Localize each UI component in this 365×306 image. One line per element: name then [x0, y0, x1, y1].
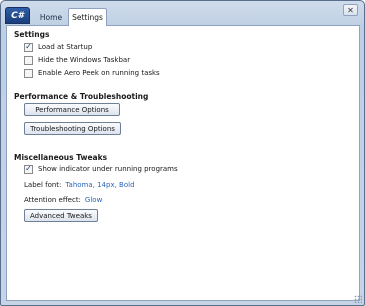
- tab-settings[interactable]: Settings: [68, 8, 107, 26]
- performance-options-label: Performance Options: [35, 105, 109, 114]
- tab-home[interactable]: Home: [35, 9, 67, 25]
- load-at-startup-checkbox[interactable]: ✓: [24, 42, 33, 52]
- close-icon: ✕: [347, 5, 354, 15]
- hide-taskbar-checkbox[interactable]: [24, 55, 33, 65]
- checkmark-icon: ✓: [25, 164, 32, 173]
- advanced-tweaks-label: Advanced Tweaks: [30, 211, 92, 220]
- load-at-startup-label: Load at Startup: [38, 43, 93, 51]
- settings-panel: Settings ✓ Load at Startup Hide the Wind…: [6, 25, 360, 301]
- show-indicator-label: Show indicator under running programs: [38, 165, 178, 173]
- settings-section-title: Settings: [14, 30, 50, 39]
- hide-taskbar-label: Hide the Windows Taskbar: [38, 56, 131, 64]
- close-button[interactable]: ✕: [343, 4, 358, 16]
- attention-effect-label: Attention effect:: [24, 196, 81, 204]
- app-logo-icon: C#: [11, 10, 24, 21]
- show-indicator-checkbox[interactable]: ✓: [24, 164, 33, 174]
- resize-grip-icon[interactable]: [354, 295, 362, 303]
- advanced-tweaks-button[interactable]: Advanced Tweaks: [24, 209, 98, 222]
- troubleshooting-options-label: Troubleshooting Options: [30, 124, 115, 133]
- troubleshooting-options-button[interactable]: Troubleshooting Options: [24, 122, 121, 135]
- show-indicator-option[interactable]: ✓ Show indicator under running programs: [24, 164, 178, 174]
- performance-options-button[interactable]: Performance Options: [24, 103, 120, 116]
- attention-effect-link[interactable]: Glow: [85, 196, 102, 204]
- checkmark-icon: ✓: [25, 42, 32, 51]
- aero-peek-checkbox[interactable]: [24, 68, 33, 78]
- label-font-label: Label font:: [24, 181, 62, 189]
- settings-window: C# Home Settings ✕ Settings ✓ Load at St…: [0, 0, 365, 306]
- load-at-startup-option[interactable]: ✓ Load at Startup: [24, 42, 92, 52]
- misc-section-title: Miscellaneous Tweaks: [14, 153, 108, 162]
- attention-effect-row: Attention effect: Glow: [24, 195, 102, 205]
- tab-settings-label: Settings: [72, 13, 103, 22]
- aero-peek-label: Enable Aero Peek on running tasks: [38, 69, 160, 77]
- tab-home-label: Home: [39, 12, 63, 22]
- app-menu-button[interactable]: C#: [5, 7, 30, 24]
- hide-taskbar-option[interactable]: Hide the Windows Taskbar: [24, 55, 130, 65]
- aero-peek-option[interactable]: Enable Aero Peek on running tasks: [24, 68, 160, 78]
- performance-section-title: Performance & Troubleshooting: [14, 92, 149, 101]
- label-font-row: Label font: Tahoma, 14px, Bold: [24, 180, 135, 190]
- label-font-link[interactable]: Tahoma, 14px, Bold: [65, 181, 134, 189]
